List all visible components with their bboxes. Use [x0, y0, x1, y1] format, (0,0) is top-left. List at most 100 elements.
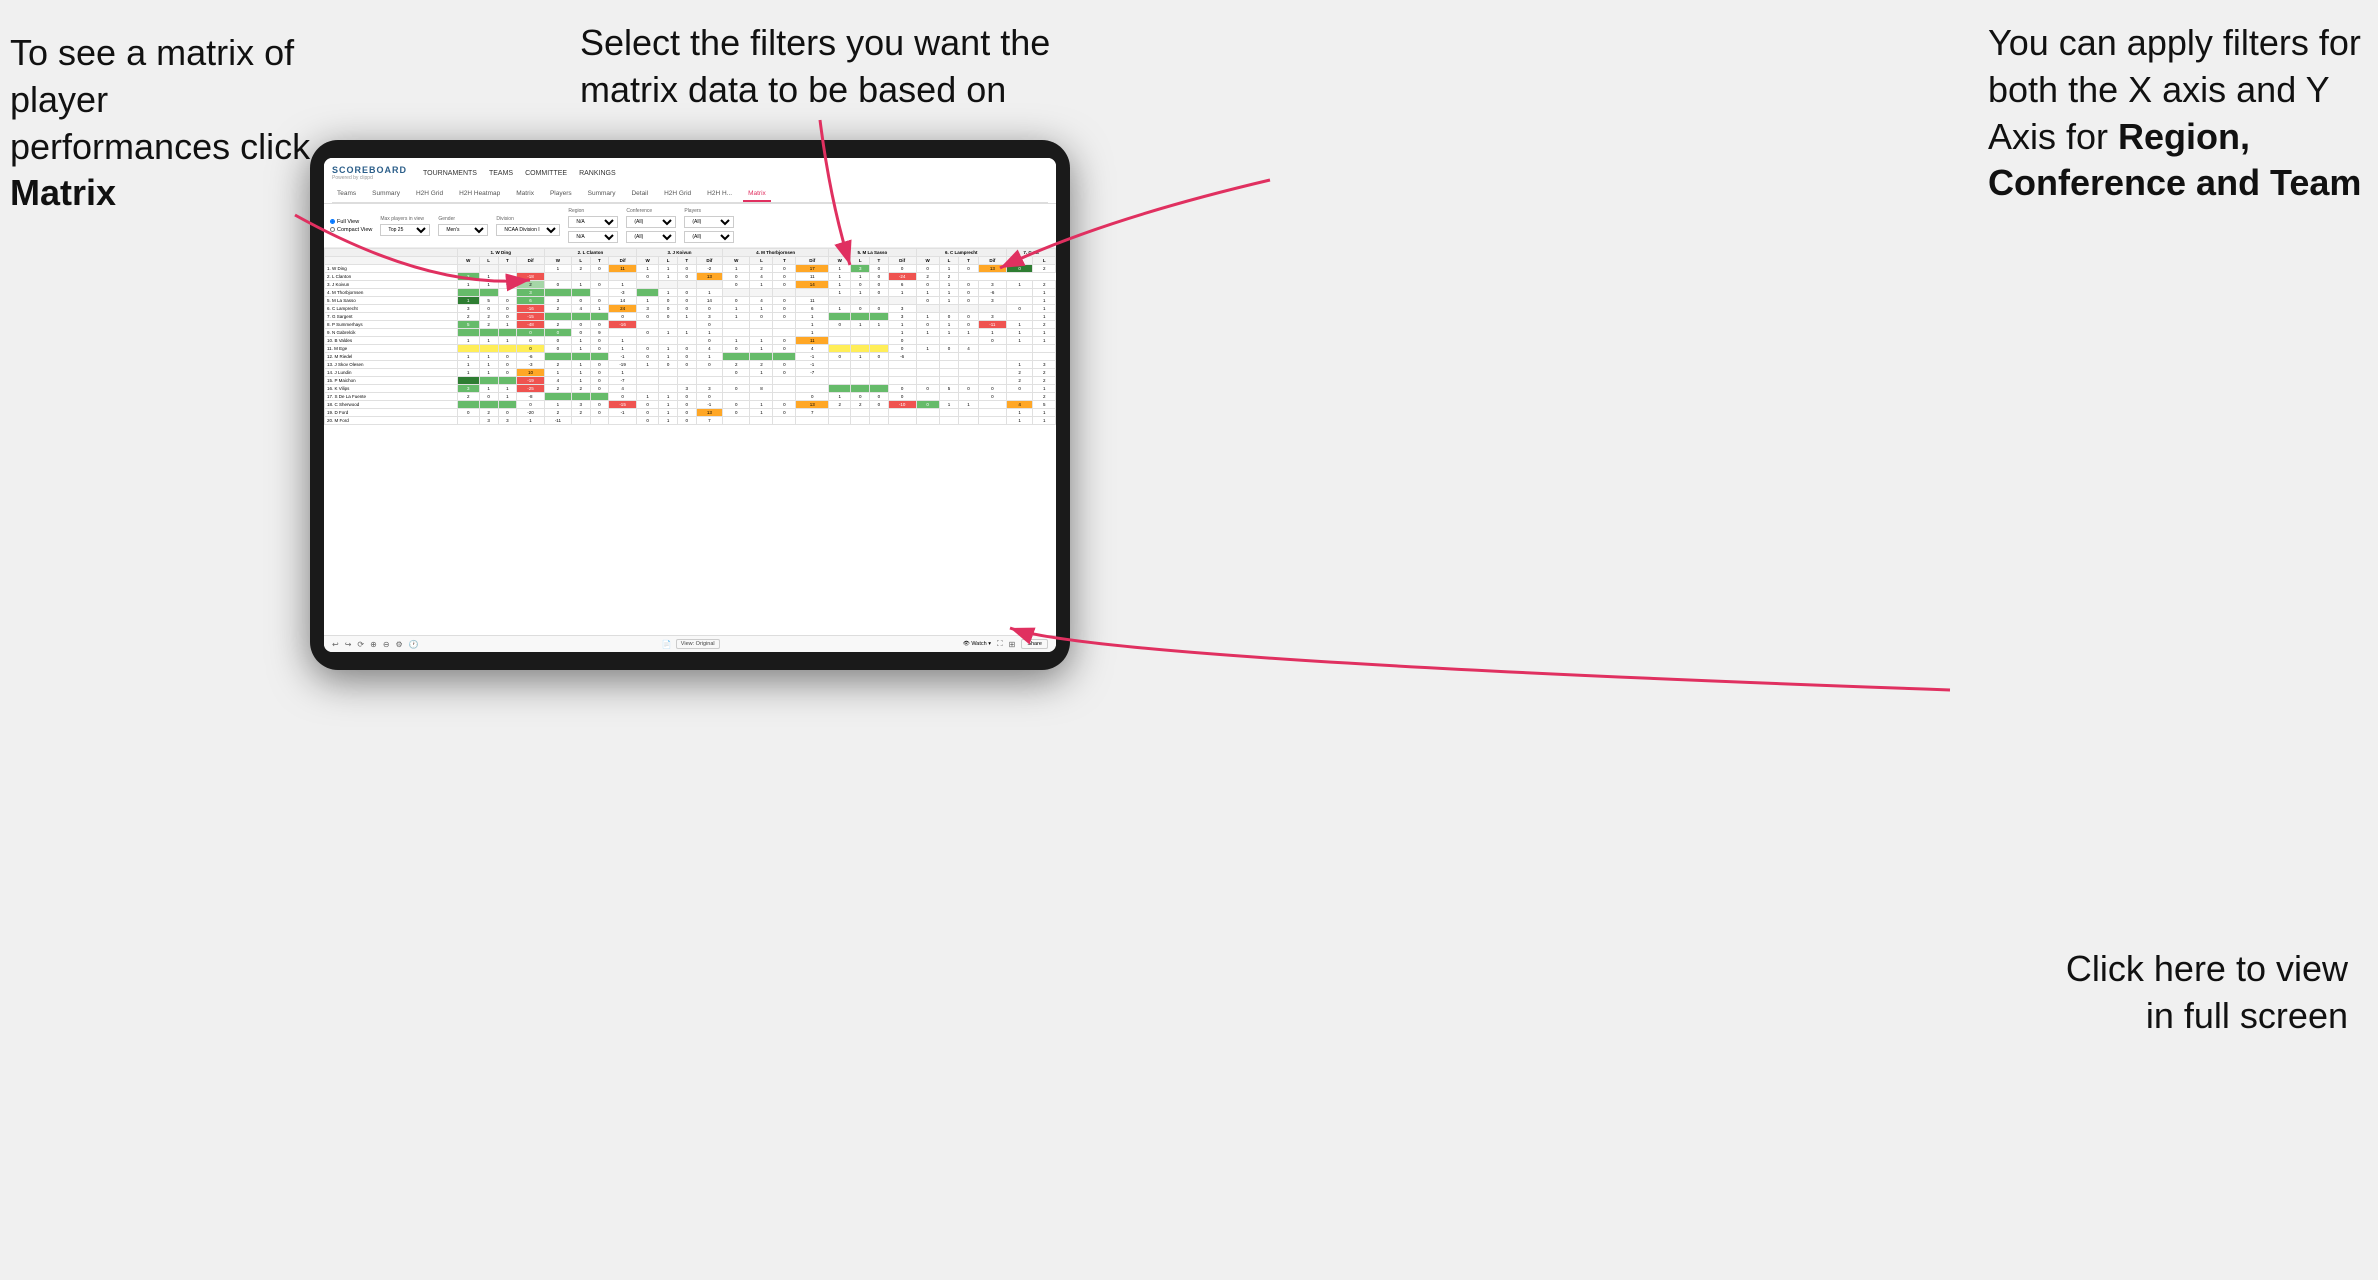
table-row: 14. J Lundin 11010 1101 010-7 22 [325, 369, 1056, 377]
settings-icon[interactable]: ⚙ [396, 640, 403, 649]
tab-h2h-h[interactable]: H2H H... [702, 187, 737, 202]
matrix-table: 1. W Ding 2. L Clanton 3. J Koivun 4. M … [324, 248, 1056, 425]
table-row: 18. C Sherwood 0 130-15 010-1 01013 220-… [325, 401, 1056, 409]
player-name: 12. M Riedel [325, 353, 458, 361]
region-select[interactable]: N/A [568, 216, 618, 228]
player-name: 9. N Gabrelcik [325, 329, 458, 337]
time-icon[interactable]: 🕐 [409, 640, 419, 649]
player-name: 3. J Koivun [325, 281, 458, 289]
table-row: 8. P Summerhays 521-48 200-16 0 1 0111 0… [325, 321, 1056, 329]
redo-icon[interactable]: ↪ [345, 640, 352, 649]
tab-players[interactable]: Players [545, 187, 577, 202]
add-icon[interactable]: ⊕ [370, 640, 377, 649]
table-row: 12. M Riedel 110-6 -1 0101 -1 010-6 [325, 353, 1056, 361]
tablet-toolbar: ↩ ↪ ⟳ ⊕ ⊖ ⚙ 🕐 📄 View: Original 👁 Watch ▾… [324, 635, 1056, 652]
table-row: 13. J Skov Olesen 110-3 210-19 1000 220-… [325, 361, 1056, 369]
grid-icon[interactable]: ⊞ [1009, 640, 1016, 649]
undo-icon[interactable]: ↩ [332, 640, 339, 649]
player-name: 7. G Sargent [325, 313, 458, 321]
th-l7: L [1033, 257, 1056, 265]
th-t4: T [773, 257, 796, 265]
th-d5: Dif [888, 257, 916, 265]
table-row: 20. M Ford 331 -11 0107 11 [325, 417, 1056, 425]
table-row: 19. D Ford 020-20 220-1 01013 0107 11 [325, 409, 1056, 417]
th-c-lamp: 6. C Lamprecht [916, 249, 1006, 257]
th-w5: W [829, 257, 851, 265]
th-w2: W [544, 257, 571, 265]
tablet-nav: SCOREBOARD Powered by clippd TOURNAMENTS… [324, 158, 1056, 204]
annotation-matrix: To see a matrix of player performances c… [10, 30, 330, 217]
th-l6: L [939, 257, 959, 265]
filter-region: Region N/A N/A [568, 208, 618, 243]
th-w7: W [1006, 257, 1033, 265]
expand-icon[interactable]: ⛶ [997, 639, 1003, 649]
nav-teams[interactable]: TEAMS [489, 168, 513, 179]
th-w3: W [636, 257, 658, 265]
logo-bar: SCOREBOARD Powered by clippd TOURNAMENTS… [332, 162, 1048, 184]
table-row: 4. M Thorbjornsen 3 -3 101 1101 110-6 1 [325, 289, 1056, 297]
toolbar-left: ↩ ↪ ⟳ ⊕ ⊖ ⚙ 🕐 [332, 640, 419, 649]
tab-summary2[interactable]: Summary [583, 187, 621, 202]
tab-detail[interactable]: Detail [626, 187, 653, 202]
table-row: 15. P Maichon -19 410-7 22 [325, 377, 1056, 385]
conference-select[interactable]: (All) [626, 216, 676, 228]
player-name: 14. J Lundin [325, 369, 458, 377]
nav-items: TOURNAMENTS TEAMS COMMITTEE RANKINGS [423, 168, 616, 179]
region-select2[interactable]: N/A [568, 231, 618, 243]
th-t6: T [959, 257, 979, 265]
nav-tournaments[interactable]: TOURNAMENTS [423, 168, 477, 179]
th-t2: T [590, 257, 609, 265]
annotation-fullscreen-text: Click here to view in full screen [2066, 948, 2348, 1036]
conference-select2[interactable]: (All) [626, 231, 676, 243]
player-name: 10. B Valdes [325, 337, 458, 345]
filter-division: Division NCAA Division I [496, 216, 560, 236]
nav-rankings[interactable]: RANKINGS [579, 168, 616, 179]
table-row: 7. G Sargent 220-15 0 0013 1001 3 1003 1 [325, 313, 1056, 321]
radio-compact-view[interactable]: Compact View [330, 227, 372, 233]
player-name: 17. S De La Fuente [325, 393, 458, 401]
player-name: 15. P Maichon [325, 377, 458, 385]
radio-full-view[interactable]: Full View [330, 219, 372, 225]
tab-summary[interactable]: Summary [367, 187, 405, 202]
table-row: 3. J Koivun 1102 0101 01014 1006 0103 12 [325, 281, 1056, 289]
filter-players: Players (All) (All) [684, 208, 734, 243]
nav-committee[interactable]: COMMITTEE [525, 168, 567, 179]
division-select[interactable]: NCAA Division I [496, 224, 560, 236]
th-w6: W [916, 257, 939, 265]
toolbar-right: 👁 Watch ▾ ⛶ ⊞ Share [963, 639, 1048, 649]
players-select[interactable]: (All) [684, 216, 734, 228]
gender-select[interactable]: Men's [438, 224, 488, 236]
player-name: 4. M Thorbjornsen [325, 289, 458, 297]
max-players-select[interactable]: Top 25 [380, 224, 430, 236]
watch-label: 👁 Watch ▾ [963, 641, 991, 647]
filter-max-players: Max players in view Top 25 [380, 216, 430, 236]
view-original-label[interactable]: View: Original [676, 639, 720, 649]
annotation-axis: You can apply filters for both the X axi… [1988, 20, 2368, 207]
minus-icon[interactable]: ⊖ [383, 640, 390, 649]
players-select2[interactable]: (All) [684, 231, 734, 243]
player-name: 6. C Lamprecht [325, 305, 458, 313]
tab-teams[interactable]: Teams [332, 187, 361, 202]
player-name: 13. J Skov Olesen [325, 361, 458, 369]
table-row: 10. B Valdes 1110 0101 0 11011 0 0 11 [325, 337, 1056, 345]
tab-h2h-grid[interactable]: H2H Grid [411, 187, 448, 202]
refresh-icon[interactable]: ⟳ [357, 640, 364, 649]
share-button[interactable]: Share [1021, 639, 1048, 649]
th-t5: T [870, 257, 889, 265]
th-player [325, 249, 458, 257]
tablet-screen: SCOREBOARD Powered by clippd TOURNAMENTS… [324, 158, 1056, 652]
tab-matrix-active[interactable]: Matrix [743, 187, 771, 202]
th-g-sa: 7. G Sa [1006, 249, 1055, 257]
th-t3: T [677, 257, 696, 265]
th-subh-name [325, 257, 458, 265]
annotation-fullscreen: Click here to view in full screen [2028, 946, 2348, 1040]
tab-h2h-grid2[interactable]: H2H Grid [659, 187, 696, 202]
tab-matrix-sub[interactable]: Matrix [511, 187, 539, 202]
player-name: 5. M La Sasso [325, 297, 458, 305]
th-m-la-sasso: 5. M La Sasso [829, 249, 916, 257]
th-d2: Dif [609, 257, 637, 265]
logo-title: SCOREBOARD [332, 165, 407, 175]
matrix-content: 1. W Ding 2. L Clanton 3. J Koivun 4. M … [324, 248, 1056, 635]
annotation-matrix-bold: Matrix [10, 172, 116, 213]
tab-h2h-heatmap[interactable]: H2H Heatmap [454, 187, 505, 202]
